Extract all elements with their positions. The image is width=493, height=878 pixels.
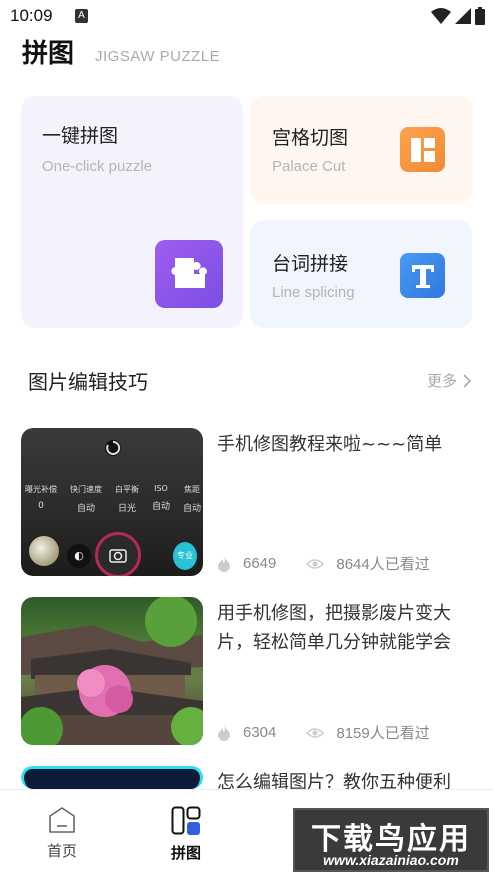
- status-icons: [431, 6, 485, 26]
- puzzle-tab-icon: [171, 806, 201, 835]
- more-label: 更多: [426, 372, 457, 390]
- article-thumbnail: [21, 766, 203, 789]
- wifi-icon: [431, 8, 451, 24]
- article-title: 用手机修图，把摄影废片变大片，轻松简单几分钟就能学会: [217, 603, 451, 653]
- article-card[interactable]: 怎么编辑图片？教你五种便利: [21, 766, 472, 789]
- page-subtitle: JIGSAW PUZZLE: [95, 48, 221, 65]
- eye-icon: [306, 727, 325, 738]
- setting-item: 焦距 自动: [182, 485, 201, 514]
- battery-icon: [475, 7, 485, 25]
- card-subtitle: Line splicing: [272, 284, 355, 301]
- card-title: 宫格切图: [272, 127, 349, 149]
- palace-cut-card[interactable]: 宫格切图 Palace Cut: [250, 96, 472, 204]
- page-title: 拼图: [22, 39, 75, 69]
- watermark-url: www.xiazainiao.com: [323, 852, 459, 868]
- article-stats: 6649 8644人已看过: [217, 553, 430, 574]
- article-thumbnail: 曝光补偿 0 快门速度 自动 白平衡 日光 ISO 自动 焦距 自动 ◐ 专业: [21, 428, 203, 576]
- one-click-puzzle-card[interactable]: 一键拼图 One-click puzzle: [21, 96, 243, 328]
- section-title: 图片编辑技巧: [28, 370, 148, 394]
- setting-item: ISO 自动: [151, 484, 170, 512]
- more-link[interactable]: 更多: [427, 370, 471, 391]
- like-count: 6304: [243, 724, 277, 741]
- tab-puzzle[interactable]: 拼图: [146, 806, 226, 863]
- fire-icon: [218, 724, 230, 741]
- notification-icon: A: [75, 9, 88, 23]
- rotate-icon: [105, 440, 121, 456]
- grid-layout-icon: [400, 127, 445, 172]
- fire-icon: [218, 555, 230, 572]
- line-splicing-card[interactable]: 台词拼接 Line splicing: [250, 220, 472, 328]
- switch-camera-icon: ◐: [67, 544, 91, 568]
- status-time: 10:09: [10, 6, 53, 25]
- home-icon: [49, 807, 75, 833]
- signal-icon: [455, 8, 471, 24]
- puzzle-piece-icon: [155, 240, 223, 308]
- eye-icon: [306, 558, 325, 569]
- gallery-thumb: [29, 536, 59, 566]
- article-title: 手机修图教程来啦~~~简单: [217, 434, 443, 455]
- camera-settings: 曝光补偿 0 快门速度 自动 白平衡 日光 ISO 自动 焦距 自动: [25, 484, 201, 514]
- tab-label: 拼图: [170, 844, 201, 862]
- shutter-icon: [95, 532, 141, 576]
- setting-item: 快门速度 自动: [69, 485, 102, 514]
- setting-item: 白平衡 日光: [114, 485, 139, 514]
- like-count: 6649: [243, 555, 277, 572]
- setting-item: 曝光补偿 0: [25, 485, 57, 511]
- status-bar: 10:09 A: [0, 0, 493, 34]
- article-thumbnail: [21, 597, 203, 745]
- article-title: 怎么编辑图片？教你五种便利: [217, 772, 451, 789]
- pro-mode-badge: 专业: [173, 542, 197, 570]
- article-card[interactable]: 曝光补偿 0 快门速度 自动 白平衡 日光 ISO 自动 焦距 自动 ◐ 专业 手机修图教…: [21, 428, 472, 576]
- text-t-icon: [400, 253, 445, 298]
- view-count: 8644人已看过: [336, 556, 430, 573]
- view-count: 8159人已看过: [336, 725, 430, 742]
- card-subtitle: One-click puzzle: [42, 158, 153, 175]
- tab-label: 首页: [46, 842, 77, 860]
- card-title: 台词拼接: [272, 253, 349, 275]
- card-title: 一键拼图: [42, 125, 119, 147]
- tab-home[interactable]: 首页: [22, 806, 102, 861]
- card-subtitle: Palace Cut: [272, 158, 346, 175]
- chevron-right-icon: [463, 373, 471, 388]
- watermark-logo: 下载鸟应用 www.xiazainiao.com: [293, 808, 489, 872]
- article-card[interactable]: 用手机修图，把摄影废片变大片，轻松简单几分钟就能学会 6304 8159人已看过: [21, 597, 472, 745]
- article-stats: 6304 8159人已看过: [217, 722, 430, 743]
